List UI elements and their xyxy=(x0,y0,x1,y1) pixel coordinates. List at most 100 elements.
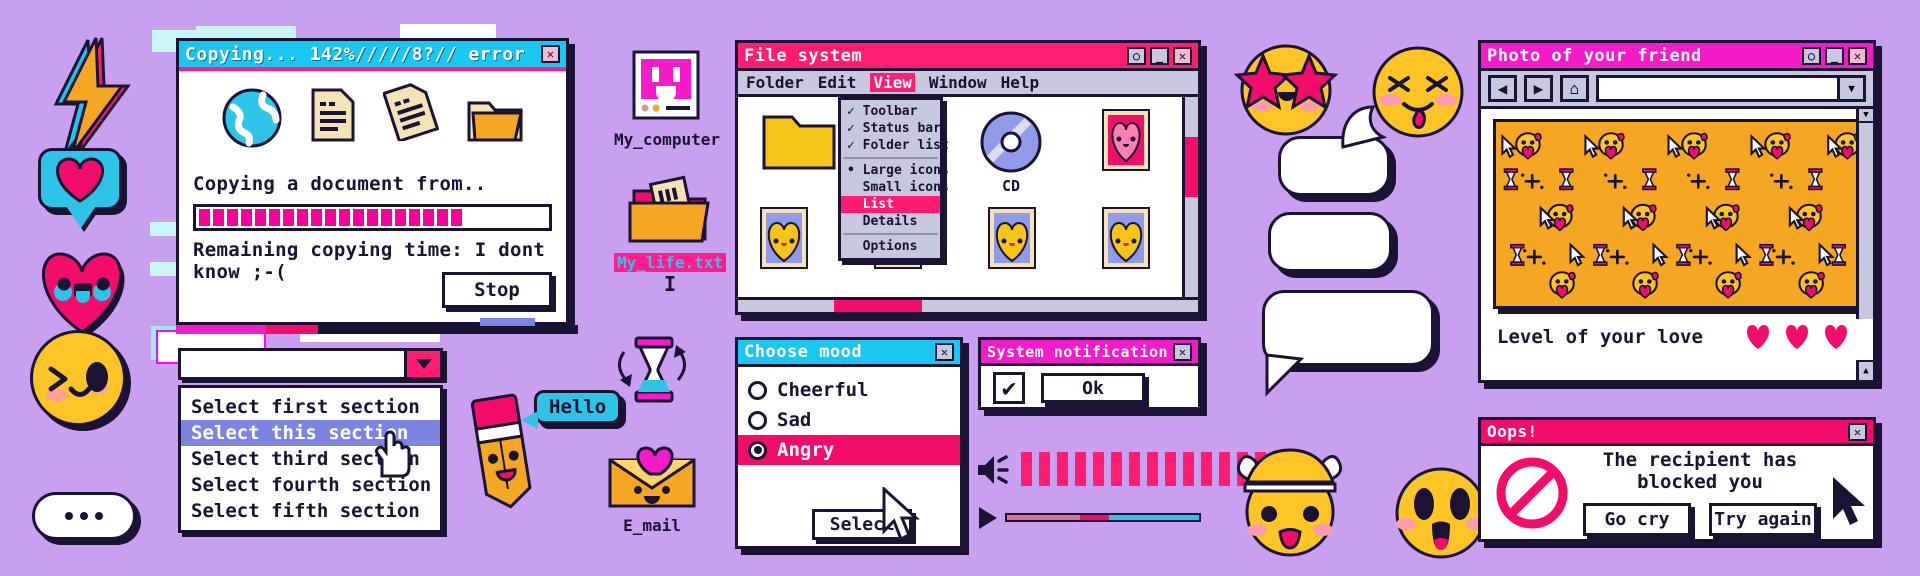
address-input[interactable]: ▼ xyxy=(1596,75,1866,102)
file-system-window[interactable]: File system ○ _ ✕ Folder Edit View Windo… xyxy=(735,40,1201,315)
heart-icon xyxy=(1786,325,1808,349)
oops-titlebar[interactable]: Oops! ✕ xyxy=(1481,420,1873,446)
arrow-cursor-icon xyxy=(1833,477,1865,525)
close-icon[interactable]: ✕ xyxy=(1173,342,1192,361)
radio-icon[interactable] xyxy=(748,380,767,400)
oops-window[interactable]: Oops! ✕ The recipient has blocked you Go… xyxy=(1478,417,1876,542)
file-system-body[interactable]: CD ✓ Toolbar ✓ Status bar ✓ Folder list … xyxy=(738,97,1198,312)
menu-edit[interactable]: Edit xyxy=(818,73,857,92)
file-system-titlebar[interactable]: File system ○ _ ✕ xyxy=(738,43,1198,71)
menu-folder[interactable]: Folder xyxy=(746,73,804,92)
ok-button[interactable]: Ok xyxy=(1041,373,1145,403)
desktop-icon-email[interactable]: E_mail xyxy=(592,440,712,535)
ellipsis-bubble-icon xyxy=(32,492,136,540)
mood-label: Sad xyxy=(777,409,812,431)
minimize-icon[interactable]: _ xyxy=(1150,46,1169,65)
close-icon[interactable]: ✕ xyxy=(935,343,954,361)
chevron-down-icon[interactable]: ▼ xyxy=(1837,78,1863,99)
view-menu-toolbar[interactable]: ✓ Toolbar xyxy=(841,103,940,120)
lightning-bolt-icon xyxy=(53,37,131,157)
desktop-icon-my-computer[interactable]: My_computer xyxy=(612,48,722,149)
scroll-up-icon[interactable]: ▼ xyxy=(1859,109,1873,123)
cd-icon xyxy=(980,111,1042,173)
minimize-icon[interactable]: _ xyxy=(1825,46,1844,65)
photo-vertical-scrollbar[interactable]: ▼ xyxy=(1856,109,1873,319)
system-notification-window[interactable]: System notification ✕ ✔ Ok xyxy=(978,337,1201,410)
view-menu-folderlist[interactable]: ✓ Folder list xyxy=(841,137,949,154)
radio-icon[interactable] xyxy=(748,410,767,430)
heart-icon xyxy=(1747,325,1769,349)
back-icon[interactable]: ◀ xyxy=(1488,75,1517,102)
poster-canvas: Copying... 142%/////8?// error ✕ Copying… xyxy=(0,0,1920,576)
help-icon[interactable]: ○ xyxy=(1127,46,1146,65)
dropdown-header[interactable] xyxy=(178,348,443,380)
love-level-bar: Level of your love xyxy=(1481,319,1873,354)
menu-window[interactable]: Window xyxy=(929,73,987,92)
dropdown-option[interactable]: Select first section xyxy=(181,394,440,420)
glitch-bar xyxy=(266,325,318,334)
notification-checkbox[interactable]: ✔ xyxy=(993,372,1025,404)
photo-titlebar[interactable]: Photo of your friend ○ _ ✕ xyxy=(1481,43,1873,71)
mood-label: Angry xyxy=(777,439,835,461)
mood-option-angry[interactable]: Angry xyxy=(738,435,960,465)
system-notification-titlebar[interactable]: System notification ✕ xyxy=(981,340,1198,366)
view-menu-small-icons[interactable]: Small icons xyxy=(841,179,949,196)
view-menu-large-icons[interactable]: • Large icons xyxy=(841,162,949,179)
text-cursor-icon: I xyxy=(663,272,677,296)
chevron-down-icon[interactable] xyxy=(404,351,440,377)
pencil-icon xyxy=(470,393,532,509)
horizontal-scrollbar[interactable] xyxy=(738,297,1198,312)
folder-icon[interactable] xyxy=(760,111,838,173)
forward-icon[interactable]: ▶ xyxy=(1524,75,1553,102)
home-icon[interactable]: ⌂ xyxy=(1560,75,1589,102)
help-icon[interactable]: ○ xyxy=(1802,46,1821,65)
play-icon[interactable] xyxy=(976,505,1000,531)
photo-navbar[interactable]: ◀ ▶ ⌂ ▼ xyxy=(1481,71,1873,109)
copying-window[interactable]: Copying... 142%/////8?// error ✕ Copying… xyxy=(176,38,569,325)
go-cry-button[interactable]: Go cry xyxy=(1583,503,1691,536)
radio-icon-selected[interactable] xyxy=(748,440,767,460)
love-level-label: Level of your love xyxy=(1497,325,1703,348)
close-icon[interactable]: ✕ xyxy=(1848,46,1867,65)
glitch-bar xyxy=(400,24,496,38)
view-menu-statusbar[interactable]: ✓ Status bar xyxy=(841,120,941,137)
heart-icon xyxy=(1825,325,1847,349)
scroll-down-icon[interactable]: ▲ xyxy=(1856,360,1873,380)
dropdown-option[interactable]: Select fifth section xyxy=(181,498,440,524)
menu-help[interactable]: Help xyxy=(1001,73,1040,92)
close-icon[interactable]: ✕ xyxy=(1173,46,1192,65)
vertical-scrollbar[interactable]: ▲ xyxy=(1182,97,1198,312)
file-system-title: File system xyxy=(744,45,863,66)
dropdown-value xyxy=(181,351,404,377)
desktop-icon-my-life-txt[interactable]: My_life.txt I xyxy=(610,175,730,296)
close-icon[interactable]: ✕ xyxy=(541,45,560,63)
photo-thumb-4[interactable] xyxy=(1102,207,1150,273)
slider-handle[interactable] xyxy=(1079,515,1109,520)
media-slider[interactable] xyxy=(1005,513,1201,522)
cd-item[interactable]: CD xyxy=(976,111,1046,195)
speaker-icon[interactable] xyxy=(975,452,1013,488)
close-icon[interactable]: ✕ xyxy=(1848,422,1867,441)
hourglass-icon xyxy=(618,336,686,403)
glitch-bar xyxy=(480,318,535,326)
view-menu-list[interactable]: List xyxy=(841,196,940,213)
copying-titlebar[interactable]: Copying... 142%/////8?// error ✕ xyxy=(179,41,566,71)
menu-view[interactable]: View xyxy=(870,73,915,92)
photo-thumb-pink[interactable] xyxy=(1102,109,1150,175)
try-again-button[interactable]: Try again xyxy=(1709,503,1817,536)
mood-option-sad[interactable]: Sad xyxy=(738,405,960,435)
mind-blown-face-icon xyxy=(1236,448,1343,557)
view-menu-popup[interactable]: ✓ Toolbar ✓ Status bar ✓ Folder list • L… xyxy=(838,97,949,261)
mood-option-cheerful[interactable]: Cheerful xyxy=(738,375,960,405)
photo-window[interactable]: Photo of your friend ○ _ ✕ ◀ ▶ ⌂ ▼ ▼ Lev… xyxy=(1478,40,1876,383)
view-menu-details[interactable]: Details xyxy=(841,213,940,230)
choose-mood-window[interactable]: Choose mood ✕ Cheerful Sad Angry Select xyxy=(735,337,963,549)
kawaii-heart-face-icon xyxy=(41,252,125,337)
file-system-menubar[interactable]: Folder Edit View Window Help xyxy=(738,71,1198,97)
choose-mood-title: Choose mood xyxy=(744,342,863,362)
photo-thumb-1[interactable] xyxy=(760,207,808,273)
choose-mood-titlebar[interactable]: Choose mood ✕ xyxy=(738,340,960,367)
photo-thumb-3[interactable] xyxy=(988,207,1036,273)
view-menu-options[interactable]: Options xyxy=(841,238,940,255)
stop-button[interactable]: Stop xyxy=(442,272,552,308)
